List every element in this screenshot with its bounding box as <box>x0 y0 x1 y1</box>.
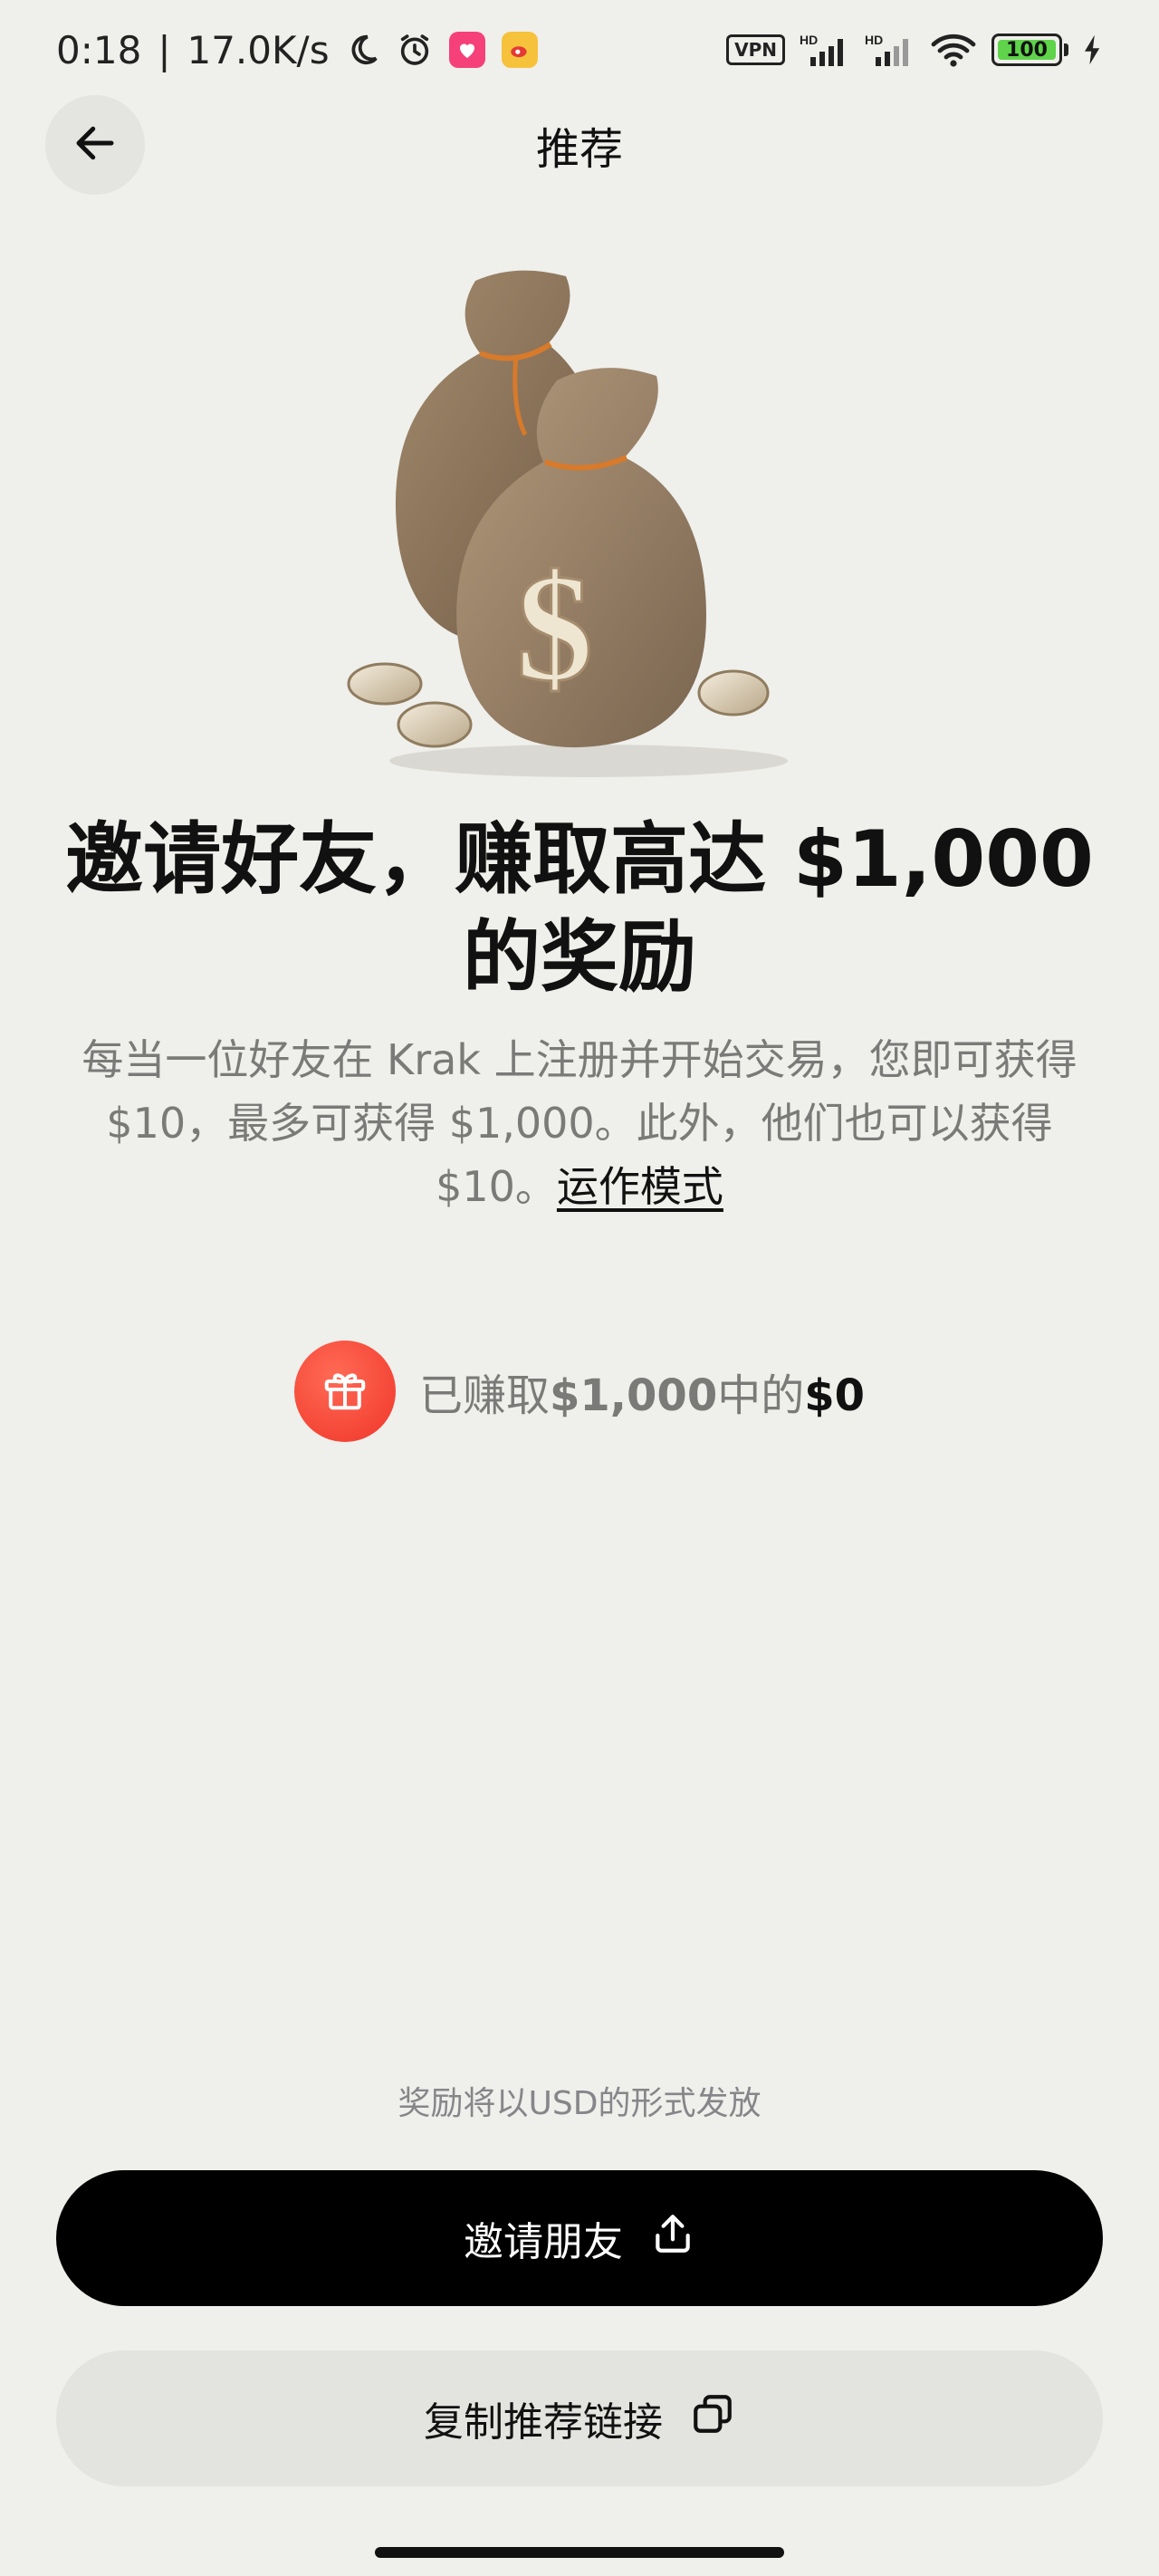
how-it-works-link[interactable]: 运作模式 <box>557 1162 723 1211</box>
moon-icon <box>346 33 380 67</box>
network-speed: 17.0K/s <box>187 27 330 72</box>
earnings-summary: 已赚取$1,000中的$0 <box>0 1339 1159 1444</box>
reward-currency-note: 奖励将以USD的形式发放 <box>398 2085 761 2122</box>
status-separator: | <box>158 27 171 72</box>
heart-app-icon <box>448 32 485 68</box>
description: 每当一位好友在 Krak 上注册并开始交易，您即可获得 $10，最多可获得 $1… <box>63 1028 1096 1218</box>
copy-icon <box>690 2391 735 2446</box>
invite-friends-button[interactable]: 邀请朋友 <box>56 2170 1103 2306</box>
earnings-mid: 中的 <box>717 1370 805 1421</box>
earnings-max: $1,000 <box>549 1370 718 1421</box>
svg-text:$: $ <box>516 543 593 713</box>
page-title: 推荐 <box>535 124 623 175</box>
gift-badge <box>293 1341 396 1442</box>
vpn-badge: VPN <box>726 34 785 65</box>
alarm-icon <box>397 32 433 68</box>
headline: 邀请好友，赚取高达 $1,000 的奖励 <box>63 811 1096 1006</box>
gift-icon <box>321 1365 369 1418</box>
status-time: 0:18 <box>56 27 142 72</box>
status-right: VPN HD HD 100 <box>726 32 1103 68</box>
earnings-text: 已赚取$1,000中的$0 <box>419 1360 865 1423</box>
status-bar: 0:18 | 17.0K/s VPN HD HD 100 <box>0 0 1159 100</box>
home-indicator[interactable] <box>375 2547 784 2558</box>
battery-body: 100 <box>991 34 1062 66</box>
headline-line-1: 邀请好友，赚取高达 $1,000 <box>65 814 1094 905</box>
signal-icon-2: HD <box>865 32 915 68</box>
signal1-label: HD <box>800 33 818 47</box>
status-left: 0:18 | 17.0K/s <box>56 28 538 72</box>
copy-referral-link-button[interactable]: 复制推荐链接 <box>56 2350 1103 2486</box>
wifi-icon <box>930 32 977 68</box>
headline-line-2: 的奖励 <box>463 912 696 1003</box>
copy-referral-link-label: 复制推荐链接 <box>424 2399 663 2446</box>
charging-icon <box>1083 34 1103 66</box>
earnings-prefix: 已赚取 <box>418 1370 550 1421</box>
weibo-app-icon <box>501 32 538 68</box>
signal-icon-1: HD <box>800 32 850 68</box>
earnings-earned: $0 <box>804 1370 866 1421</box>
battery-level: 100 <box>1006 38 1048 62</box>
money-bags-illustration: $ <box>344 254 815 779</box>
signal2-label: HD <box>865 33 883 47</box>
share-upload-icon <box>650 2211 695 2266</box>
invite-friends-label: 邀请朋友 <box>464 2219 623 2265</box>
battery-tip <box>1064 43 1068 56</box>
battery-icon: 100 <box>991 34 1068 66</box>
referral-page: 0:18 | 17.0K/s VPN HD HD 100 推荐 $ 邀请好友，赚… <box>0 0 1159 2576</box>
